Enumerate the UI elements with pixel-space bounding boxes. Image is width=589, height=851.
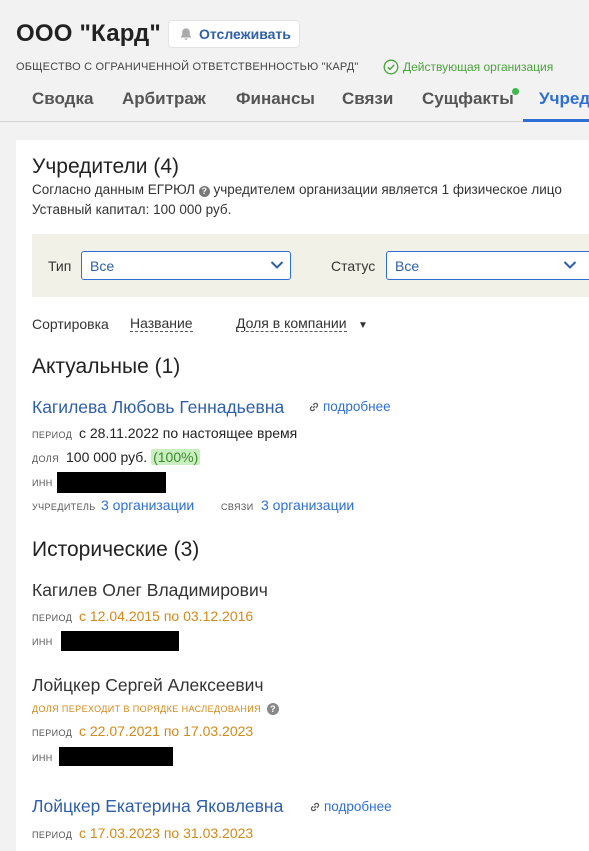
founder-of-link[interactable]: 3 организации: [101, 497, 194, 513]
tab-arbitration[interactable]: Арбитраж: [122, 89, 206, 109]
inn-redacted: [59, 747, 173, 766]
tab-finances[interactable]: Финансы: [236, 89, 315, 109]
founder-name: Лойцкер Сергей Алексеевич: [32, 675, 264, 695]
chevron-down-icon: [563, 261, 577, 269]
period-label: период: [32, 613, 73, 623]
new-indicator-dot: [512, 88, 519, 95]
active-tab-indicator: [523, 119, 589, 122]
info-icon[interactable]: ?: [198, 186, 210, 197]
share-label: доля: [32, 454, 60, 464]
link-icon: [309, 402, 319, 411]
inheritance-text: ДОЛЯ ПЕРЕХОДИТ В ПОРЯДКЕ НАСЛЕДОВАНИЯ: [32, 704, 262, 714]
check-circle-icon: [383, 59, 399, 75]
type-select-value: Все: [90, 258, 115, 274]
company-full-name: ОБЩЕСТВО С ОГРАНИЧЕННОЙ ОТВЕТСТВЕННОСТЬЮ…: [16, 61, 359, 73]
period-value: с 12.04.2015 по 03.12.2016: [79, 608, 254, 624]
tab-founders[interactable]: Учреди: [539, 89, 589, 109]
links-label: связи: [221, 502, 254, 512]
more-link[interactable]: подробнее: [309, 799, 392, 814]
info-icon[interactable]: ?: [267, 703, 280, 715]
company-name: ООО "Кард": [16, 20, 162, 47]
period-label: период: [32, 430, 73, 440]
sort-by-share[interactable]: Доля в компании: [236, 316, 347, 332]
inn-redacted: [61, 631, 179, 651]
status-text: Действующая организация: [403, 60, 554, 74]
follow-label: Отслеживать: [199, 26, 291, 42]
status-select-value: Все: [395, 258, 420, 274]
inn-label: инн: [32, 478, 53, 488]
tab-material-facts[interactable]: Сущфакты: [422, 89, 514, 109]
sort-by-name[interactable]: Название: [130, 316, 193, 332]
sort-label: Сортировка: [32, 316, 109, 332]
status-badge: Действующая организация: [383, 59, 553, 75]
founder-name: Кагилев Олег Владимирович: [32, 580, 268, 600]
more-label: подробнее: [323, 399, 391, 414]
bell-icon: [181, 28, 191, 40]
share-percent: (100%): [151, 449, 201, 465]
period-label: период: [32, 830, 73, 840]
share-amount: 100 000 руб.: [66, 449, 148, 465]
inn-label: инн: [32, 753, 53, 763]
charter-capital: Уставный капитал: 100 000 руб.: [32, 202, 232, 217]
period-label: период: [32, 728, 73, 738]
founder-name-link[interactable]: Кагилева Любовь Геннадьевна: [32, 397, 284, 418]
inn-redacted: [57, 472, 166, 493]
caret-down-icon: ▼: [358, 320, 368, 331]
links-link[interactable]: 3 организации: [261, 497, 354, 513]
desc-suffix: учредителем организации является 1 физич…: [213, 182, 562, 197]
founders-description: Согласно данным ЕГРЮЛ ? учредителем орга…: [32, 182, 562, 197]
historical-founders-title: Исторические (3): [32, 538, 200, 561]
founder-name-link[interactable]: Лойцкер Екатерина Яковлевна: [32, 796, 283, 817]
tab-bar: Сводка Арбитраж Финансы Связи Сущфакты У…: [0, 80, 589, 122]
link-icon: [310, 802, 320, 811]
more-link[interactable]: подробнее: [308, 399, 391, 414]
more-label: подробнее: [324, 799, 392, 814]
inn-label: инн: [32, 637, 53, 647]
tab-summary[interactable]: Сводка: [32, 89, 93, 109]
share-value: 100 000 руб. (100%): [66, 449, 201, 465]
follow-button[interactable]: Отслеживать: [168, 20, 300, 48]
type-select[interactable]: Все: [81, 251, 291, 280]
period-value: с 22.07.2021 по 17.03.2023: [79, 723, 254, 739]
status-select[interactable]: Все: [386, 251, 589, 280]
status-filter-label: Статус: [331, 258, 376, 274]
current-founders-title: Актуальные (1): [32, 355, 181, 378]
founders-title: Учредители (4): [32, 155, 180, 178]
period-value: с 17.03.2023 по 31.03.2023: [79, 825, 254, 841]
chevron-down-icon: [270, 261, 284, 269]
period-value: с 28.11.2022 по настоящее время: [79, 425, 298, 441]
tab-links[interactable]: Связи: [342, 89, 393, 109]
founder-of-label: учредитель: [32, 502, 96, 512]
desc-prefix: Согласно данным ЕГРЮЛ: [32, 182, 195, 197]
type-filter-label: Тип: [48, 258, 72, 274]
inheritance-note: ДОЛЯ ПЕРЕХОДИТ В ПОРЯДКЕ НАСЛЕДОВАНИЯ ?: [32, 703, 280, 715]
